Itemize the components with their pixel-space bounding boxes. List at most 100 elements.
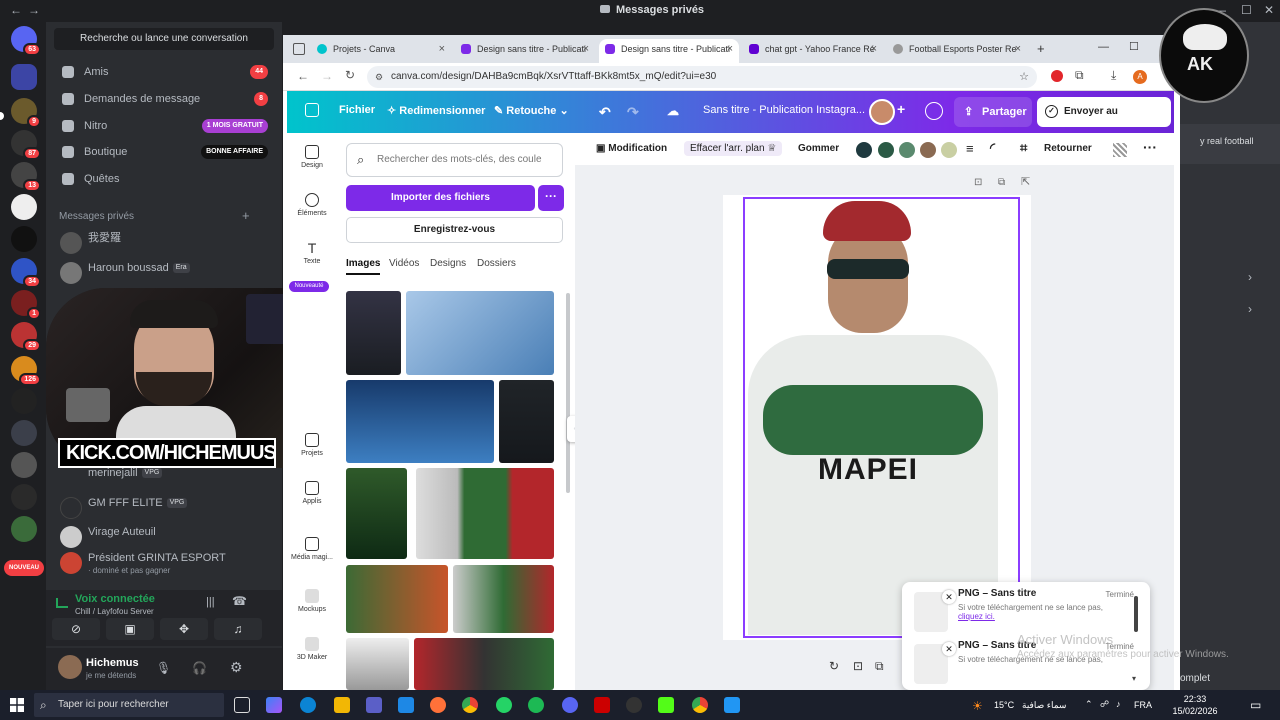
site-info-icon[interactable]: ⚙ xyxy=(375,66,383,88)
cloud-sync-icon[interactable]: ☁ xyxy=(667,104,679,118)
server-icon[interactable]: 126 xyxy=(11,356,41,386)
close-icon[interactable]: ✕ xyxy=(942,642,956,656)
dm-item[interactable]: merinejalil VPG xyxy=(54,465,274,493)
reload-icon[interactable]: ↻ xyxy=(345,68,355,82)
rail-elements[interactable]: Éléments xyxy=(287,193,337,217)
color-swatch[interactable] xyxy=(878,142,894,158)
network-icon[interactable]: ☍ xyxy=(1100,699,1109,710)
selection-frame[interactable] xyxy=(743,197,1020,638)
tab[interactable]: Design sans titre - Publicati × xyxy=(455,39,595,63)
new-badge[interactable]: NOUVEAU xyxy=(4,560,44,576)
import-files-button[interactable]: Importer des fichiers xyxy=(346,185,535,211)
tab[interactable]: Projets - Canva × xyxy=(311,39,451,63)
erase-button[interactable]: Gommer xyxy=(798,143,839,154)
tab-designs[interactable]: Designs xyxy=(430,258,466,269)
screen-share-icon[interactable]: ▣ xyxy=(106,618,154,640)
rail-projects[interactable]: Projets xyxy=(287,433,337,457)
comment-icon[interactable] xyxy=(925,102,943,120)
border-style-icon[interactable]: ≡ xyxy=(966,141,974,156)
duplicate-icon[interactable]: ⧉ xyxy=(875,659,884,674)
add-dm-icon[interactable]: + xyxy=(242,208,250,223)
image-thumbnail[interactable] xyxy=(453,565,554,633)
maximize-icon[interactable]: ☐ xyxy=(1241,3,1252,17)
server-icon[interactable] xyxy=(11,452,37,478)
chevron-right-icon[interactable]: › xyxy=(1248,270,1252,284)
rail-text[interactable]: T Texte xyxy=(287,241,337,265)
file-explorer-icon[interactable] xyxy=(334,697,350,713)
sign-up-button[interactable]: Enregistrez-vous xyxy=(346,217,563,243)
server-icon[interactable] xyxy=(11,420,37,446)
minimize-icon[interactable]: — xyxy=(1098,41,1109,53)
notification-icon[interactable]: ▭ xyxy=(1250,698,1261,712)
windows-start-icon[interactable] xyxy=(10,698,24,712)
server-icon[interactable]: 1 xyxy=(11,290,41,320)
color-swatch[interactable] xyxy=(920,142,936,158)
panel-scrollbar[interactable] xyxy=(566,293,570,493)
document-title[interactable]: Sans titre - Publication Instagra... xyxy=(703,104,865,116)
voice-channel[interactable]: Chill / Layfofou Server xyxy=(75,607,154,616)
image-thumbnail[interactable] xyxy=(346,291,401,375)
image-thumbnail[interactable] xyxy=(416,468,554,559)
obs-icon[interactable] xyxy=(626,697,642,713)
click-here-link[interactable]: cliquez ici. xyxy=(958,612,1142,621)
lock-icon[interactable]: ⊡ xyxy=(853,659,863,673)
volume-icon[interactable]: ♪ xyxy=(1116,699,1121,709)
tab-folders[interactable]: Dossiers xyxy=(477,258,516,269)
copilot-icon[interactable] xyxy=(266,697,282,713)
task-view-icon[interactable] xyxy=(234,697,250,713)
close-tab-icon[interactable]: × xyxy=(871,39,877,59)
image-thumbnail[interactable] xyxy=(406,291,554,375)
noise-icon[interactable]: ||| xyxy=(206,596,215,608)
taskbar-search[interactable]: ⌕ Taper ici pour rechercher xyxy=(34,693,224,717)
rail-apps[interactable]: Applis xyxy=(287,481,337,505)
language-indicator[interactable]: FRA xyxy=(1134,700,1152,710)
transparency-icon[interactable] xyxy=(1113,143,1127,157)
back-arrow-icon[interactable]: ← xyxy=(10,3,22,17)
close-tab-icon[interactable]: × xyxy=(727,39,733,59)
chrome-icon[interactable] xyxy=(692,697,708,713)
nav-nitro[interactable]: Nitro 1 MOIS GRATUIT xyxy=(54,114,274,138)
color-swatch[interactable] xyxy=(941,142,957,158)
close-icon[interactable]: ✕ xyxy=(1264,3,1274,17)
camera-off-icon[interactable]: ⊘ xyxy=(52,618,100,640)
clock-date[interactable]: 15/02/2026 xyxy=(1164,706,1226,716)
settings-gear-icon[interactable]: ⚙ xyxy=(230,659,243,676)
back-arrow-icon[interactable]: ← xyxy=(297,69,309,83)
rail-design[interactable]: Design xyxy=(287,145,337,169)
rail-mockups[interactable]: Mockups xyxy=(287,589,337,613)
outlook-icon[interactable] xyxy=(398,697,414,713)
server-icon[interactable]: 29 xyxy=(11,322,41,352)
sidebar-toggle-icon[interactable] xyxy=(305,103,319,117)
edge-icon[interactable] xyxy=(300,697,316,713)
server-icon[interactable]: 34 xyxy=(11,258,41,288)
tab-videos[interactable]: Vidéos xyxy=(389,258,419,269)
store-icon[interactable] xyxy=(366,697,382,713)
new-tab-icon[interactable]: + xyxy=(1037,41,1045,56)
disconnect-icon[interactable]: ☎ xyxy=(232,594,247,608)
share-button[interactable]: ⇪ Partager xyxy=(954,97,1032,127)
nav-message-requests[interactable]: Demandes de message 8 xyxy=(54,87,274,111)
menu-file[interactable]: Fichier xyxy=(339,104,375,116)
server-icon[interactable]: 13 xyxy=(11,162,41,192)
bg-remove-button[interactable]: Effacer l'arr. plan ♕ xyxy=(684,141,783,156)
bookmark-star-icon[interactable]: ☆ xyxy=(1019,66,1029,88)
nav-quests[interactable]: Quêtes xyxy=(54,167,274,191)
spotify-icon[interactable] xyxy=(528,697,544,713)
app-icon[interactable] xyxy=(594,697,610,713)
server-icon[interactable] xyxy=(11,484,37,510)
edit-button[interactable]: ▣ Modification xyxy=(596,143,667,154)
tab[interactable]: Football Esports Poster Re × xyxy=(887,39,1027,63)
color-swatch[interactable] xyxy=(856,142,872,158)
rail-3d-maker[interactable]: 3D Maker xyxy=(287,637,337,661)
clock-time[interactable]: 22:33 xyxy=(1164,694,1226,704)
firefox-icon[interactable] xyxy=(430,697,446,713)
image-thumbnail[interactable] xyxy=(346,380,494,463)
forward-arrow-icon[interactable]: → xyxy=(321,69,333,83)
activities-icon[interactable]: ✥ xyxy=(160,618,208,640)
dm-item[interactable]: GM FFF ELITE VPG xyxy=(54,495,274,523)
add-collaborator-icon[interactable]: + xyxy=(897,101,905,117)
rail-magic-media[interactable]: Média magi... xyxy=(287,537,337,561)
scroll-down-icon[interactable]: ▾ xyxy=(1132,674,1136,683)
server-icon[interactable] xyxy=(11,388,37,414)
dm-item[interactable]: Président GRINTA ESPORT · dominé et pas … xyxy=(54,550,274,578)
